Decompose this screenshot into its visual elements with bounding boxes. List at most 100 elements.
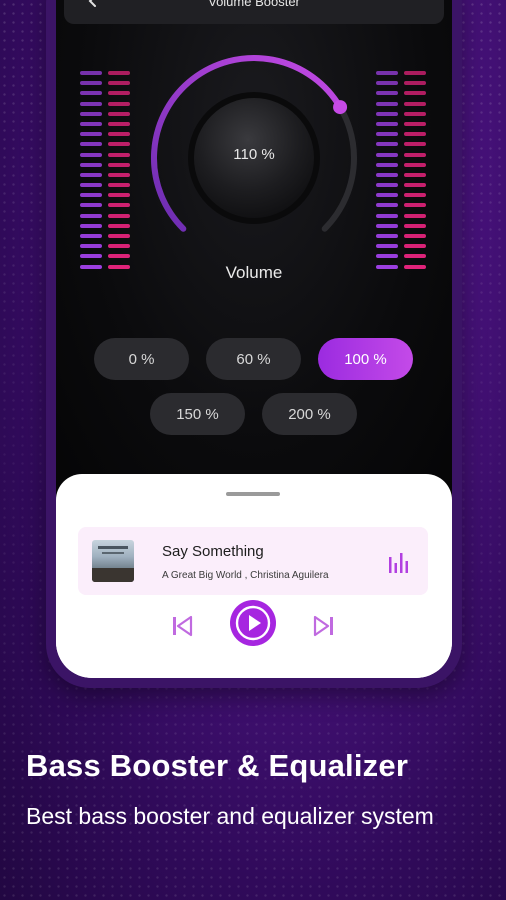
level-meter-bar xyxy=(376,244,398,249)
level-meter-bar xyxy=(404,71,426,75)
level-meter-bar xyxy=(80,71,102,75)
left-level-meter-pink xyxy=(108,71,130,275)
level-meter-bar xyxy=(108,223,130,228)
level-meter-bar xyxy=(80,183,102,188)
preset-button-60[interactable]: 60 % xyxy=(206,338,301,380)
level-meter-bar xyxy=(376,121,398,126)
level-meter-bar xyxy=(80,111,102,116)
level-meter-bar xyxy=(376,132,398,137)
level-meter-bar xyxy=(376,81,398,86)
right-level-meter-purple xyxy=(376,71,398,275)
level-meter-bar xyxy=(404,193,426,198)
level-meter-bar xyxy=(80,172,102,177)
level-meter-bar xyxy=(404,81,426,86)
sheet-drag-handle[interactable] xyxy=(226,492,280,496)
level-meter-bar xyxy=(404,213,426,218)
level-meter-bar xyxy=(108,172,130,177)
level-meter-bar xyxy=(80,121,102,126)
level-meter-bar xyxy=(376,162,398,167)
level-meter-bar xyxy=(80,193,102,198)
play-icon[interactable] xyxy=(230,600,276,646)
level-meter-bar xyxy=(80,152,102,157)
level-meter-bar xyxy=(108,121,130,126)
level-meter-bar xyxy=(80,142,102,147)
level-meter-bar xyxy=(404,111,426,116)
screen-title: Volume Booster xyxy=(208,0,300,9)
level-meter-bar xyxy=(376,111,398,116)
left-level-meter-purple xyxy=(80,71,102,275)
level-meter-bar xyxy=(80,213,102,218)
level-meter-bar xyxy=(108,193,130,198)
knob-level-handle[interactable] xyxy=(333,100,348,115)
level-meter-bar xyxy=(404,152,426,157)
level-meter-bar xyxy=(80,203,102,208)
level-meter-bar xyxy=(80,81,102,86)
level-meter-bar xyxy=(404,91,426,96)
level-meter-bar xyxy=(108,91,130,96)
level-meter-bar xyxy=(108,264,130,269)
level-meter-bar xyxy=(376,213,398,218)
level-meter-bar xyxy=(376,193,398,198)
level-meter-bar xyxy=(80,244,102,249)
level-meter-bar xyxy=(80,264,102,269)
equalizer-icon[interactable] xyxy=(388,551,410,573)
preset-button-150[interactable]: 150 % xyxy=(150,393,245,435)
level-meter-bar xyxy=(404,101,426,106)
level-meter-bar xyxy=(108,71,130,75)
level-meter-bar xyxy=(404,121,426,126)
previous-icon[interactable] xyxy=(170,614,194,638)
track-title: Say Something xyxy=(162,543,264,560)
level-meter-bar xyxy=(108,142,130,147)
level-meter-bar xyxy=(376,172,398,177)
level-meter-bar xyxy=(376,254,398,259)
right-level-meter-pink xyxy=(404,71,426,275)
level-meter-bar xyxy=(80,223,102,228)
level-meter-bar xyxy=(108,152,130,157)
level-meter-bar xyxy=(404,132,426,137)
player-sheet: Say Something A Great Big World , Christ… xyxy=(56,474,452,678)
level-meter-bar xyxy=(108,81,130,86)
volume-booster-screen: Volume Booster 110 % Volume 0 % 60 % 100… xyxy=(56,0,452,500)
volume-value: 110 % xyxy=(233,146,275,163)
level-meter-bar xyxy=(108,183,130,188)
preset-button-100[interactable]: 100 % xyxy=(318,338,413,380)
level-meter-bar xyxy=(376,234,398,238)
level-meter-bar xyxy=(404,162,426,167)
level-meter-bar xyxy=(404,234,426,238)
level-meter-bar xyxy=(376,91,398,96)
next-icon[interactable] xyxy=(312,614,336,638)
level-meter-bar xyxy=(376,71,398,75)
level-meter-bar xyxy=(376,101,398,106)
preset-button-0[interactable]: 0 % xyxy=(94,338,189,380)
level-meter-bar xyxy=(80,91,102,96)
now-playing-card[interactable]: Say Something A Great Big World , Christ… xyxy=(78,527,428,595)
level-meter-bar xyxy=(376,142,398,147)
level-meter-bar xyxy=(404,142,426,147)
level-meter-bar xyxy=(80,234,102,238)
volume-label: Volume xyxy=(225,263,283,282)
level-meter-bar xyxy=(108,203,130,208)
level-meter-bar xyxy=(80,162,102,167)
level-meter-bar xyxy=(376,183,398,188)
level-meter-bar xyxy=(108,101,130,106)
app-header: Volume Booster xyxy=(64,0,444,24)
level-meter-bar xyxy=(404,203,426,208)
level-meter-bar xyxy=(376,223,398,228)
level-meter-bar xyxy=(80,101,102,106)
level-meter-bar xyxy=(108,254,130,259)
level-meter-bar xyxy=(376,203,398,208)
level-meter-bar xyxy=(404,244,426,249)
level-meter-bar xyxy=(376,152,398,157)
level-meter-bar xyxy=(404,183,426,188)
level-meter-bar xyxy=(404,223,426,228)
album-art xyxy=(92,540,134,582)
level-meter-bar xyxy=(108,111,130,116)
preset-button-200[interactable]: 200 % xyxy=(262,393,357,435)
feature-title: Bass Booster & Equalizer xyxy=(26,748,409,783)
level-meter-bar xyxy=(80,254,102,259)
level-meter-bar xyxy=(404,172,426,177)
level-meter-bar xyxy=(80,132,102,137)
level-meter-bar xyxy=(108,213,130,218)
level-meter-bar xyxy=(108,234,130,238)
phone-screen: Volume Booster 110 % Volume 0 % 60 % 100… xyxy=(56,0,452,678)
